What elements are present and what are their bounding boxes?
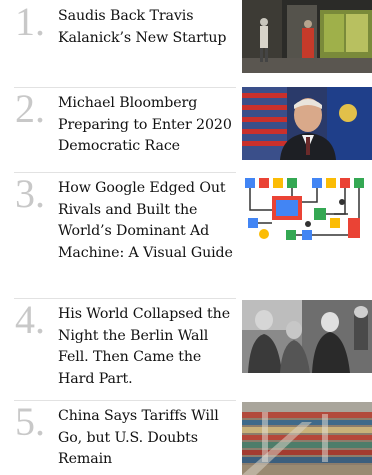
photo-container-port-icon (242, 402, 372, 475)
article-thumbnail[interactable] (242, 300, 372, 373)
article-thumbnail[interactable] (242, 87, 372, 160)
photo-bloomberg-portrait-icon (242, 87, 372, 160)
article-rank: 5. (15, 399, 45, 444)
article-thumbnail[interactable] (242, 0, 372, 73)
divider (14, 298, 236, 299)
article-rank: 4. (15, 297, 45, 342)
article-title[interactable]: How Google Edged Out Rivals and Built th… (58, 178, 236, 264)
illustration-ad-machine-icon (242, 174, 372, 247)
article-rank: 2. (15, 86, 45, 131)
article-title[interactable]: China Says Tariffs Will Go, but U.S. Dou… (58, 406, 236, 471)
divider (14, 87, 236, 88)
article-title[interactable]: Michael Bloomberg Preparing to Enter 202… (58, 93, 236, 158)
photo-berlin-wall-bw-icon (242, 300, 372, 373)
photo-street-scene-icon (242, 0, 372, 73)
article-thumbnail[interactable] (242, 174, 372, 247)
article-thumbnail[interactable] (242, 402, 372, 475)
article-rank: 3. (15, 171, 45, 216)
article-title[interactable]: Saudis Back Travis Kalanick’s New Startu… (58, 6, 236, 49)
article-title[interactable]: His World Collapsed the Night the Berlin… (58, 304, 236, 390)
most-popular-list: 1. Saudis Back Travis Kalanick’s New Sta… (0, 0, 372, 475)
divider (14, 172, 236, 173)
divider (14, 400, 236, 401)
article-rank: 1. (15, 0, 45, 44)
